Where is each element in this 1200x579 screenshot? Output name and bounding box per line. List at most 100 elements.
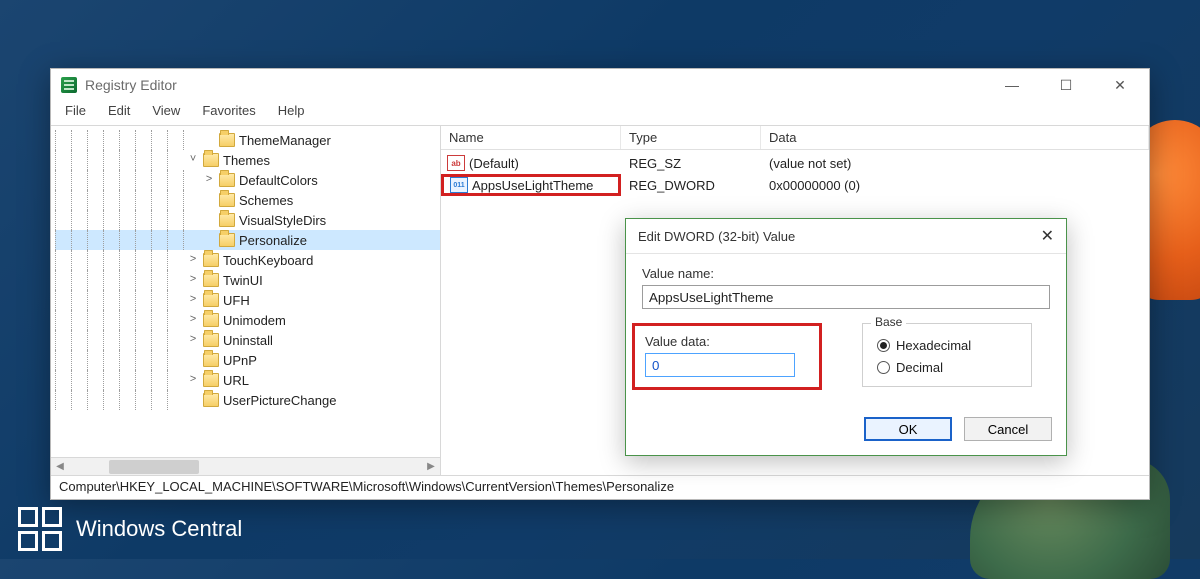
tree-item-schemes[interactable]: Schemes <box>55 190 440 210</box>
value-data-field[interactable] <box>645 353 795 377</box>
radio-hex-label: Hexadecimal <box>896 338 971 353</box>
tree-item-thememanager[interactable]: ThemeManager <box>55 130 440 150</box>
tree-horizontal-scrollbar[interactable]: ◀ ▶ <box>51 457 440 475</box>
col-header-data[interactable]: Data <box>761 126 1149 149</box>
tree-item-label: UserPictureChange <box>223 393 336 408</box>
value-name-field[interactable] <box>642 285 1050 309</box>
base-groupbox: Base Hexadecimal Decimal <box>862 323 1032 387</box>
ok-button[interactable]: OK <box>864 417 952 441</box>
chevron-down-icon[interactable]: ˅ <box>187 154 199 166</box>
maximize-button[interactable]: ☐ <box>1043 70 1089 100</box>
folder-icon <box>219 173 235 187</box>
list-header: Name Type Data <box>441 126 1149 150</box>
reg-dword-icon: 011 <box>450 177 468 193</box>
chevron-right-icon[interactable]: > <box>187 314 199 326</box>
value-data-cell: 0x00000000 (0) <box>761 178 1149 193</box>
tree-item-label: ThemeManager <box>239 133 331 148</box>
reg-sz-icon: ab <box>447 155 465 171</box>
tree-item-url[interactable]: > URL <box>55 370 440 390</box>
value-name-label: Value name: <box>642 266 1050 281</box>
tree-item-label: DefaultColors <box>239 173 318 188</box>
folder-icon <box>203 333 219 347</box>
folder-icon <box>219 133 235 147</box>
value-type-cell: REG_SZ <box>621 156 761 171</box>
chevron-right-icon[interactable]: > <box>187 274 199 286</box>
menu-view[interactable]: View <box>148 101 184 125</box>
folder-icon <box>203 353 219 367</box>
tree-item-label: UFH <box>223 293 250 308</box>
scroll-left-icon[interactable]: ◀ <box>51 458 69 476</box>
folder-icon <box>219 213 235 227</box>
base-legend: Base <box>871 315 906 329</box>
menu-favorites[interactable]: Favorites <box>198 101 259 125</box>
statusbar-path: Computer\HKEY_LOCAL_MACHINE\SOFTWARE\Mic… <box>51 475 1149 499</box>
menu-edit[interactable]: Edit <box>104 101 134 125</box>
tree-item-unimodem[interactable]: > Unimodem <box>55 310 440 330</box>
dialog-close-icon[interactable]: ✕ <box>1041 226 1054 246</box>
chevron-right-icon[interactable]: > <box>203 174 215 186</box>
folder-icon <box>203 273 219 287</box>
tree-item-label: Unimodem <box>223 313 286 328</box>
tree-item-label: TwinUI <box>223 273 263 288</box>
tree-item-uninstall[interactable]: > Uninstall <box>55 330 440 350</box>
tree-item-label: VisualStyleDirs <box>239 213 326 228</box>
window-title: Registry Editor <box>85 77 177 93</box>
chevron-right-icon[interactable]: > <box>187 374 199 386</box>
tree-item-touchkeyboard[interactable]: > TouchKeyboard <box>55 250 440 270</box>
tree-item-label: Personalize <box>239 233 307 248</box>
value-type-cell: REG_DWORD <box>621 178 761 193</box>
regedit-icon <box>61 77 77 93</box>
value-row[interactable]: 011 AppsUseLightTheme REG_DWORD0x00000000 … <box>441 174 1149 196</box>
radio-decimal[interactable]: Decimal <box>877 356 1017 378</box>
radio-hexadecimal[interactable]: Hexadecimal <box>877 334 1017 356</box>
menu-help[interactable]: Help <box>274 101 309 125</box>
value-name-cell: (Default) <box>469 156 519 171</box>
tree-item-visualstyledirs[interactable]: VisualStyleDirs <box>55 210 440 230</box>
chevron-right-icon[interactable]: > <box>187 294 199 306</box>
radio-dot-icon <box>877 361 890 374</box>
chevron-right-icon[interactable]: > <box>187 254 199 266</box>
tree-item-personalize[interactable]: Personalize <box>55 230 440 250</box>
value-data-cell: (value not set) <box>761 156 1149 171</box>
radio-dot-icon <box>877 339 890 352</box>
folder-icon <box>203 313 219 327</box>
tree-item-label: Uninstall <box>223 333 273 348</box>
tree-item-userpicturechange[interactable]: UserPictureChange <box>55 390 440 410</box>
watermark: Windows Central <box>18 507 242 551</box>
folder-icon <box>203 293 219 307</box>
tree-item-twinui[interactable]: > TwinUI <box>55 270 440 290</box>
scroll-thumb[interactable] <box>109 460 199 474</box>
windows-logo-icon <box>18 507 62 551</box>
cancel-button[interactable]: Cancel <box>964 417 1052 441</box>
value-data-label: Value data: <box>645 334 809 349</box>
col-header-type[interactable]: Type <box>621 126 761 149</box>
folder-icon <box>203 253 219 267</box>
titlebar[interactable]: Registry Editor — ☐ ✕ <box>51 69 1149 101</box>
tree-item-label: URL <box>223 373 249 388</box>
tree-item-defaultcolors[interactable]: > DefaultColors <box>55 170 440 190</box>
tree-item-label: Themes <box>223 153 270 168</box>
tree-item-label: Schemes <box>239 193 293 208</box>
close-button[interactable]: ✕ <box>1097 70 1143 100</box>
folder-icon <box>203 153 219 167</box>
tree-item-ufh[interactable]: > UFH <box>55 290 440 310</box>
tree-pane[interactable]: ThemeManager ˅ Themes > DefaultColors Schemes… <box>51 126 441 475</box>
folder-icon <box>203 393 219 407</box>
watermark-text: Windows Central <box>76 516 242 542</box>
tree-item-label: TouchKeyboard <box>223 253 313 268</box>
edit-dword-dialog: Edit DWORD (32-bit) Value ✕ Value name: … <box>625 218 1067 456</box>
col-header-name[interactable]: Name <box>441 126 621 149</box>
menu-file[interactable]: File <box>61 101 90 125</box>
value-name-cell: AppsUseLightTheme <box>472 178 593 193</box>
scroll-right-icon[interactable]: ▶ <box>422 458 440 476</box>
radio-dec-label: Decimal <box>896 360 943 375</box>
chevron-right-icon[interactable]: > <box>187 334 199 346</box>
dialog-title: Edit DWORD (32-bit) Value <box>638 229 795 244</box>
tree-item-upnp[interactable]: UPnP <box>55 350 440 370</box>
tree-item-themes[interactable]: ˅ Themes <box>55 150 440 170</box>
tree-item-label: UPnP <box>223 353 257 368</box>
folder-icon <box>203 373 219 387</box>
minimize-button[interactable]: — <box>989 70 1035 100</box>
value-row[interactable]: ab (Default) REG_SZ(value not set) <box>441 152 1149 174</box>
folder-icon <box>219 193 235 207</box>
